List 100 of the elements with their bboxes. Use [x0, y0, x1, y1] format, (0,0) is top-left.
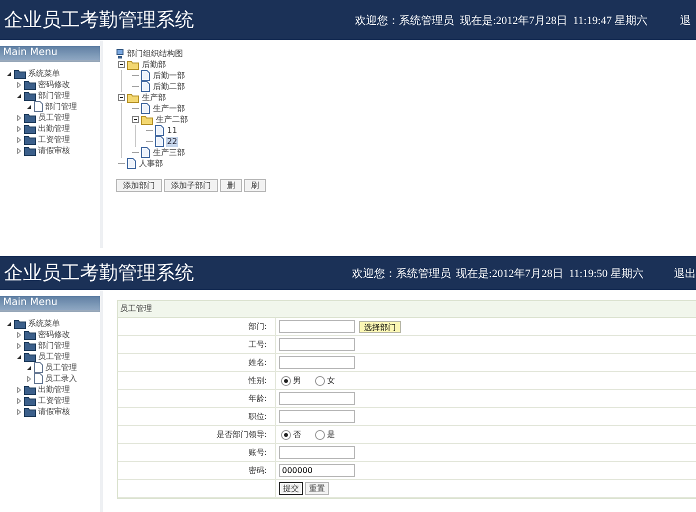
input-field[interactable]: [279, 410, 355, 423]
folder-icon: [24, 90, 36, 100]
menu-item[interactable]: 部门管理: [45, 101, 77, 112]
folder-icon: [24, 384, 36, 394]
tree-node[interactable]: 生产部: [141, 92, 167, 102]
menu-item[interactable]: 系统菜单: [28, 68, 60, 79]
collapsed-arrow-icon[interactable]: [16, 114, 22, 120]
radio-button[interactable]: [281, 430, 291, 440]
tree-node[interactable]: 后勤二部: [152, 82, 186, 92]
tree-node[interactable]: 生产三部: [152, 148, 186, 158]
field-label: 是否部门领导:: [216, 429, 267, 440]
logout-link[interactable]: 退: [680, 12, 691, 28]
menu-item[interactable]: 部门管理: [38, 340, 70, 351]
field-label: 职位:: [248, 411, 267, 422]
menu-item[interactable]: 密码修改: [38, 79, 70, 90]
form-button[interactable]: 重置: [305, 482, 329, 495]
folder-icon: [24, 134, 36, 144]
page-icon: [141, 70, 150, 81]
folder-icon: [24, 146, 36, 156]
welcome-text: 欢迎您：系统管理员: [355, 14, 455, 28]
radio-button[interactable]: [315, 430, 325, 440]
folder-icon: [24, 406, 36, 416]
menu-item[interactable]: 密码修改: [38, 329, 70, 340]
tree-root: 部门组织结构图: [126, 48, 184, 58]
collapsed-arrow-icon[interactable]: [16, 386, 22, 392]
menu-item[interactable]: 员工管理: [38, 112, 70, 123]
expanded-arrow-icon[interactable]: [6, 70, 12, 76]
expanded-arrow-icon[interactable]: [6, 320, 12, 326]
tree-button[interactable]: 删: [220, 179, 242, 192]
page-icon: [127, 158, 136, 169]
tree-node[interactable]: 后勤部: [141, 60, 167, 70]
tree-button[interactable]: 添加部门: [116, 179, 162, 192]
collapsed-arrow-icon[interactable]: [16, 136, 22, 142]
radio-button[interactable]: [281, 376, 291, 386]
folder-icon: [24, 112, 36, 122]
tree-node[interactable]: 后勤一部: [152, 70, 186, 80]
input-field[interactable]: [279, 392, 355, 405]
menu-item[interactable]: 员工管理: [38, 351, 70, 362]
radio-button[interactable]: [315, 376, 325, 386]
folder-icon: [127, 92, 139, 102]
collapsed-arrow-icon[interactable]: [16, 126, 22, 132]
menu-item[interactable]: 员工录入: [45, 373, 77, 384]
field-label: 密码:: [248, 465, 267, 476]
field-label: 工号:: [248, 339, 267, 350]
page-icon: [141, 103, 150, 114]
expanded-arrow-icon[interactable]: [26, 104, 32, 110]
menu-item[interactable]: 工资管理: [38, 395, 70, 406]
collapsed-arrow-icon[interactable]: [16, 398, 22, 404]
logout-link[interactable]: 退出: [674, 266, 696, 280]
radio-label: 是: [327, 429, 335, 440]
page-icon: [155, 125, 164, 136]
date-time: 现在是:2012年7月28日 11:19:50 星期六: [456, 266, 644, 280]
collapsed-arrow-icon[interactable]: [16, 82, 22, 88]
collapsed-arrow-icon[interactable]: [26, 376, 32, 382]
page-icon: [141, 81, 150, 92]
tree-button[interactable]: 添加子部门: [164, 179, 218, 192]
tree-node[interactable]: 生产二部: [155, 114, 189, 124]
field-label: 姓名:: [248, 357, 267, 368]
input-field[interactable]: [279, 356, 355, 369]
collapsed-arrow-icon[interactable]: [16, 332, 22, 338]
radio-label: 女: [327, 375, 335, 386]
menu-item[interactable]: 出勤管理: [38, 123, 70, 134]
menu-item[interactable]: 员工管理: [45, 362, 77, 373]
folder-icon: [24, 340, 36, 350]
tree-node[interactable]: 11: [166, 126, 178, 136]
collapsed-arrow-icon[interactable]: [16, 408, 22, 414]
menu-item[interactable]: 请假审核: [38, 145, 70, 156]
menu-item[interactable]: 系统菜单: [28, 318, 60, 329]
tree-node[interactable]: 人事部: [138, 158, 164, 168]
select-department-button[interactable]: 选择部门: [359, 320, 401, 332]
tree-node[interactable]: 生产一部: [152, 104, 186, 114]
collapsed-arrow-icon[interactable]: [16, 148, 22, 154]
page-icon: [155, 136, 164, 147]
tree-line-icon: [132, 105, 139, 112]
collapse-box-icon: [118, 94, 125, 101]
menu-heading: Main Menu: [0, 46, 100, 62]
menu-item[interactable]: 部门管理: [38, 90, 70, 101]
tree-button[interactable]: 刷: [244, 179, 266, 192]
expanded-arrow-icon[interactable]: [26, 364, 32, 370]
menu-item[interactable]: 工资管理: [38, 134, 70, 145]
folder-icon: [24, 80, 36, 90]
collapsed-arrow-icon[interactable]: [16, 342, 22, 348]
expanded-arrow-icon[interactable]: [16, 354, 22, 360]
folder-icon: [24, 124, 36, 134]
page-icon: [34, 101, 43, 112]
input-field[interactable]: 000000: [279, 464, 355, 477]
welcome-text: 欢迎您：系统管理员: [352, 266, 452, 280]
form-button[interactable]: 提交: [279, 482, 303, 495]
folder-icon: [24, 396, 36, 406]
input-field[interactable]: [279, 320, 355, 333]
tree-line-icon: [132, 72, 139, 79]
tree-node[interactable]: 22: [166, 136, 178, 146]
menu-item[interactable]: 请假审核: [38, 406, 70, 417]
page-icon: [34, 373, 43, 384]
input-field[interactable]: [279, 338, 355, 351]
menu-item[interactable]: 出勤管理: [38, 384, 70, 395]
collapse-box-icon: [118, 61, 125, 68]
expanded-arrow-icon[interactable]: [16, 92, 22, 98]
page-icon: [34, 362, 43, 373]
input-field[interactable]: [279, 446, 355, 459]
